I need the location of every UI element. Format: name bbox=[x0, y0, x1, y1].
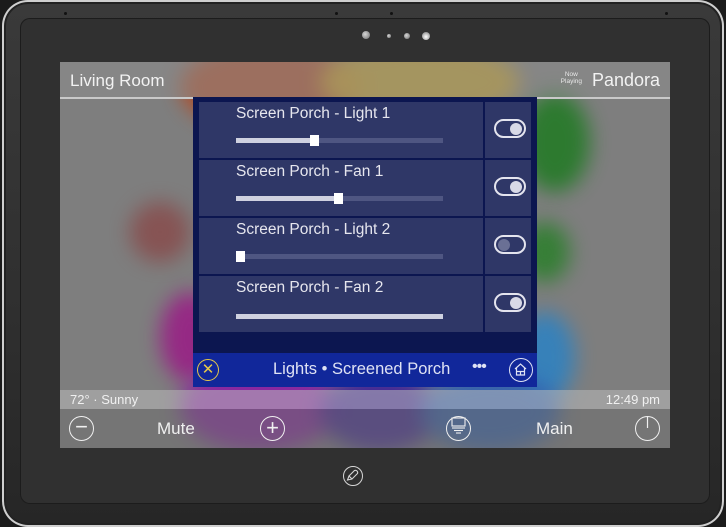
load-row: Screen Porch - Fan 2 bbox=[199, 276, 531, 332]
bezel-dot bbox=[390, 12, 393, 15]
slider-handle[interactable] bbox=[334, 193, 344, 204]
now-playing-line2: Playing bbox=[560, 78, 582, 85]
row-divider bbox=[483, 218, 485, 274]
light-sensor-icon bbox=[387, 34, 391, 38]
toggle-knob bbox=[498, 239, 510, 251]
device-logo-button[interactable] bbox=[343, 466, 363, 486]
clock-readout: 12:49 pm bbox=[605, 392, 660, 407]
row-divider bbox=[483, 160, 485, 216]
power-toggle[interactable] bbox=[494, 235, 526, 254]
toggle-knob bbox=[510, 297, 522, 309]
mute-button[interactable]: Mute bbox=[157, 419, 195, 439]
lighting-panel: Screen Porch - Light 1 Screen Porch - Fa… bbox=[193, 97, 537, 387]
row-divider bbox=[483, 276, 485, 332]
room-zone-button[interactable]: Main bbox=[536, 419, 573, 439]
microphone-logo-icon bbox=[346, 469, 359, 481]
load-row: Screen Porch - Light 2 bbox=[199, 218, 531, 274]
now-playing-line1: Now bbox=[564, 71, 578, 78]
power-icon bbox=[646, 417, 649, 428]
bezel-dot bbox=[665, 12, 668, 15]
panel-footer: ✕ Lights • Screened Porch ••• bbox=[193, 353, 537, 387]
panel-title: Lights • Screened Porch bbox=[273, 360, 451, 378]
proximity-sensor-icon bbox=[362, 31, 370, 39]
media-sources-button[interactable] bbox=[446, 416, 471, 441]
home-icon bbox=[514, 363, 527, 376]
power-button[interactable] bbox=[635, 416, 660, 441]
more-options-button[interactable]: ••• bbox=[472, 358, 487, 376]
touch-panel-device: Living Room Now Playing Pandora Screen P… bbox=[2, 0, 724, 527]
slider-handle[interactable] bbox=[236, 251, 245, 262]
volume-up-button[interactable]: + bbox=[260, 416, 285, 441]
load-row: Screen Porch - Light 1 bbox=[199, 102, 531, 158]
close-button[interactable]: ✕ bbox=[197, 359, 219, 381]
slider-handle[interactable] bbox=[309, 135, 319, 146]
toggle-knob bbox=[510, 181, 522, 193]
now-playing-source[interactable]: Pandora bbox=[592, 70, 660, 91]
home-button[interactable] bbox=[509, 358, 533, 382]
plus-icon: + bbox=[266, 415, 279, 440]
fan-slider[interactable] bbox=[236, 314, 443, 319]
status-bar: 72° · Sunny 12:49 pm bbox=[60, 390, 670, 409]
bottom-bar: − Mute + Main bbox=[60, 409, 670, 448]
load-row: Screen Porch - Fan 1 bbox=[199, 160, 531, 216]
camera-sensor-icon bbox=[404, 33, 410, 39]
top-bar: Living Room Now Playing Pandora bbox=[60, 62, 670, 99]
dimmer-slider[interactable] bbox=[236, 193, 443, 204]
load-name: Screen Porch - Fan 1 bbox=[236, 163, 384, 180]
power-toggle[interactable] bbox=[494, 177, 526, 196]
power-toggle[interactable] bbox=[494, 119, 526, 138]
toggle-knob bbox=[510, 123, 522, 135]
slider-fill bbox=[236, 138, 313, 143]
now-playing-label: Now Playing bbox=[561, 71, 582, 85]
close-icon: ✕ bbox=[201, 361, 215, 378]
status-led-icon bbox=[422, 32, 430, 40]
weather-readout[interactable]: 72° · Sunny bbox=[70, 392, 138, 407]
power-toggle[interactable] bbox=[494, 293, 526, 312]
slider-fill bbox=[236, 196, 338, 201]
load-name: Screen Porch - Fan 2 bbox=[236, 279, 384, 296]
dimmer-slider[interactable] bbox=[236, 251, 443, 262]
load-name: Screen Porch - Light 2 bbox=[236, 221, 391, 238]
display-stack-icon bbox=[451, 417, 466, 434]
minus-icon: − bbox=[75, 414, 88, 439]
bezel-dot bbox=[64, 12, 67, 15]
load-name: Screen Porch - Light 1 bbox=[236, 105, 391, 122]
bezel-dot bbox=[335, 12, 338, 15]
dimmer-slider[interactable] bbox=[236, 135, 443, 146]
volume-down-button[interactable]: − bbox=[69, 416, 94, 441]
screen: Living Room Now Playing Pandora Screen P… bbox=[60, 62, 670, 448]
row-divider bbox=[483, 102, 485, 158]
slider-fill bbox=[236, 314, 443, 319]
room-title[interactable]: Living Room bbox=[70, 71, 165, 91]
